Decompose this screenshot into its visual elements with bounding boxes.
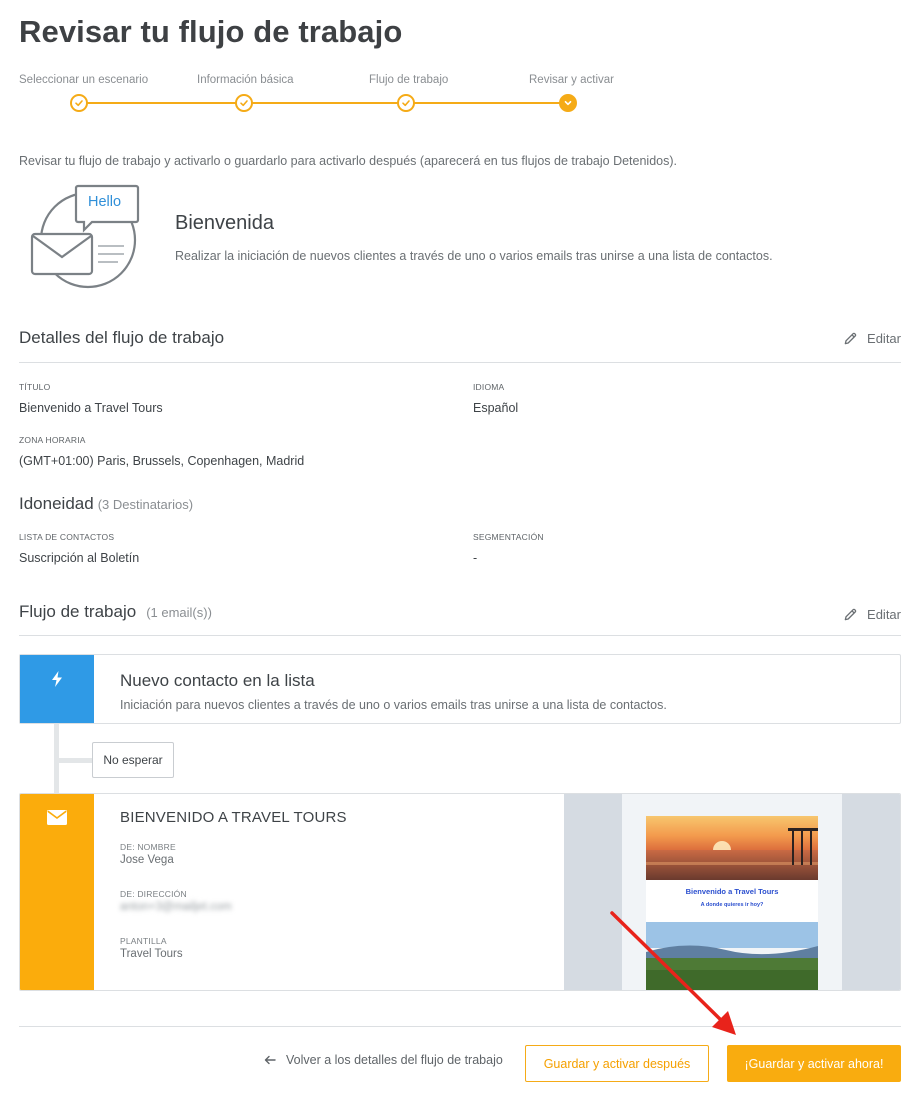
workflow-edit-label: Editar — [867, 607, 901, 622]
details-edit-link[interactable]: Editar — [843, 331, 901, 346]
step-1-check-icon[interactable] — [70, 94, 88, 112]
step-label-review: Revisar y activar — [529, 74, 614, 86]
back-to-details-link[interactable]: Volver a los detalles del flujo de traba… — [264, 1053, 503, 1067]
preview-subheading: A donde quieres ir hoy? — [700, 902, 764, 908]
from-address-label: DE: DIRECCIÓN — [120, 889, 187, 899]
workflow-email-count: (1 email(s)) — [146, 605, 212, 620]
save-activate-now-button[interactable]: ¡Guardar y activar ahora! — [727, 1045, 901, 1082]
preview-heading-band: Bienvenido a Travel Tours A donde quiere… — [646, 880, 818, 922]
intro-text: Revisar tu flujo de trabajo y activarlo … — [19, 154, 678, 168]
template-label: PLANTILLA — [120, 936, 167, 946]
page-title: Revisar tu flujo de trabajo — [19, 14, 403, 49]
language-field-value: Español — [473, 401, 519, 415]
title-field-value: Bienvenido a Travel Tours — [19, 401, 163, 415]
step-label-scenario: Seleccionar un escenario — [19, 74, 149, 86]
email-icon-box — [20, 794, 94, 990]
details-section-header: Detalles del flujo de trabajo Editar — [19, 328, 901, 363]
step-label-workflow: Flujo de trabajo — [369, 74, 449, 86]
welcome-illustration: Hello — [28, 184, 144, 294]
progress-stepper: Seleccionar un escenario Información bás… — [0, 72, 908, 116]
eligibility-heading: Idoneidad — [19, 494, 94, 513]
footer-divider — [19, 1026, 901, 1027]
workflow-section-header: Flujo de trabajo (1 email(s)) Editar — [19, 602, 901, 636]
email-preview[interactable]: Bienvenido a Travel Tours A donde quiere… — [564, 794, 900, 990]
lightning-icon — [52, 671, 62, 687]
segmentation-label: SEGMENTACIÓN — [473, 532, 544, 542]
step-4-chevron-down-icon — [559, 94, 577, 112]
timezone-field-value: (GMT+01:00) Paris, Brussels, Copenhagen,… — [19, 454, 305, 468]
preview-sunset-image — [646, 816, 818, 880]
wait-step-box[interactable]: No esperar — [92, 742, 174, 778]
segmentation-value: - — [473, 551, 478, 565]
from-address-value: anton+3@mailjet.com — [120, 901, 232, 913]
pencil-icon — [844, 608, 857, 621]
template-value: Travel Tours — [120, 948, 183, 960]
workflow-edit-link[interactable]: Editar — [843, 607, 901, 622]
details-edit-label: Editar — [867, 331, 901, 346]
details-section-title: Detalles del flujo de trabajo — [19, 328, 225, 347]
from-name-value: Jose Vega — [120, 854, 174, 866]
step-label-basic-info: Información básica — [197, 74, 294, 86]
stepper-line — [79, 102, 568, 104]
arrow-left-icon — [264, 1055, 276, 1065]
eligibility-title: Idoneidad (3 Destinatarios) — [19, 494, 193, 514]
trigger-icon-box — [20, 655, 94, 723]
from-name-label: DE: NOMBRE — [120, 842, 176, 852]
preview-landscape-image — [646, 922, 818, 990]
preview-heading: Bienvenido a Travel Tours — [685, 887, 779, 896]
workflow-heading: Flujo de trabajo — [19, 602, 137, 621]
back-link-label: Volver a los detalles del flujo de traba… — [286, 1053, 503, 1067]
step-3-check-icon[interactable] — [397, 94, 415, 112]
trigger-card[interactable]: Nuevo contacto en la lista Iniciación pa… — [19, 654, 901, 724]
timezone-field-label: ZONA HORARIA — [19, 435, 86, 445]
trigger-description: Iniciación para nuevos clientes a través… — [120, 698, 667, 712]
save-activate-later-button[interactable]: Guardar y activar después — [525, 1045, 709, 1082]
workflow-section-title: Flujo de trabajo (1 email(s)) — [19, 602, 212, 622]
template-title: Bienvenida — [175, 212, 274, 234]
email-title: BIENVENIDO A TRAVEL TOURS — [120, 809, 347, 826]
title-field-label: TÍTULO — [19, 382, 51, 392]
language-field-label: IDIOMA — [473, 382, 505, 392]
pencil-icon — [844, 332, 857, 345]
hello-bubble-text: Hello — [88, 194, 122, 210]
email-step-card[interactable]: BIENVENIDO A TRAVEL TOURS DE: NOMBRE Jos… — [19, 793, 901, 991]
contact-list-value: Suscripción al Boletín — [19, 551, 140, 565]
trigger-title: Nuevo contacto en la lista — [120, 671, 315, 690]
envelope-icon — [47, 810, 67, 825]
step-2-check-icon[interactable] — [235, 94, 253, 112]
workflow-connector-horizontal — [59, 758, 93, 763]
template-description: Realizar la iniciación de nuevos cliente… — [175, 249, 773, 263]
email-preview-paper: Bienvenido a Travel Tours A donde quiere… — [622, 794, 842, 990]
contact-list-label: LISTA DE CONTACTOS — [19, 532, 115, 542]
eligibility-recipient-count: (3 Destinatarios) — [97, 497, 194, 512]
